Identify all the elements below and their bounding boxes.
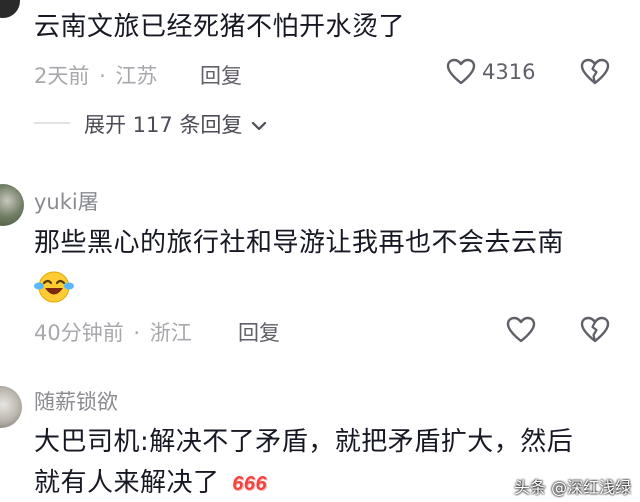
chevron-down-icon [251,120,267,132]
comment-meta: 40分钟前 · 浙江 [34,317,192,347]
avatar[interactable] [0,386,22,428]
watermark: 头条 @深红浅绿 [514,478,632,497]
comment-time: 40分钟前 [34,321,124,345]
dislike-broken-heart-icon[interactable] [580,316,610,344]
comment-username[interactable]: yuki屠 [34,186,99,216]
comment-location: 浙江 [149,321,192,345]
dislike-broken-heart-icon[interactable] [580,58,610,86]
like-count: 4316 [482,60,536,84]
meta-separator: · [99,64,106,88]
reply-button[interactable]: 回复 [238,317,280,347]
meta-separator: · [133,321,141,345]
666-emoji-icon: 666 [232,472,268,495]
comment-text-line2-content: 就有人来解决了 [34,468,220,498]
expand-replies-label: 展开 117 条回复 [84,113,243,137]
avatar-partial-top[interactable] [0,0,20,18]
comment-meta: 2天前 · 江苏 [34,60,157,90]
avatar[interactable] [0,184,24,226]
reply-button[interactable]: 回复 [200,60,242,90]
expand-replies-divider [34,122,70,124]
comment-text: 云南文旅已经死猪不怕开水烫了 [34,12,406,42]
comment-text: 大巴司机:解决不了矛盾，就把矛盾扩大，然后 [34,427,574,457]
comment-username[interactable]: 随薪锁欲 [34,386,118,416]
heart-icon[interactable] [446,58,476,86]
comment-text: 那些黑心的旅行社和导游让我再也不会去云南 [34,228,565,258]
comment-time: 2天前 [34,64,90,88]
heart-icon[interactable] [506,316,536,344]
comment-text-line2: 就有人来解决了 666 [34,466,267,501]
expand-replies-button[interactable]: 展开 117 条回复 [84,109,267,139]
comment-location: 江苏 [115,64,158,88]
crying-laughing-emoji-icon [34,270,74,308]
